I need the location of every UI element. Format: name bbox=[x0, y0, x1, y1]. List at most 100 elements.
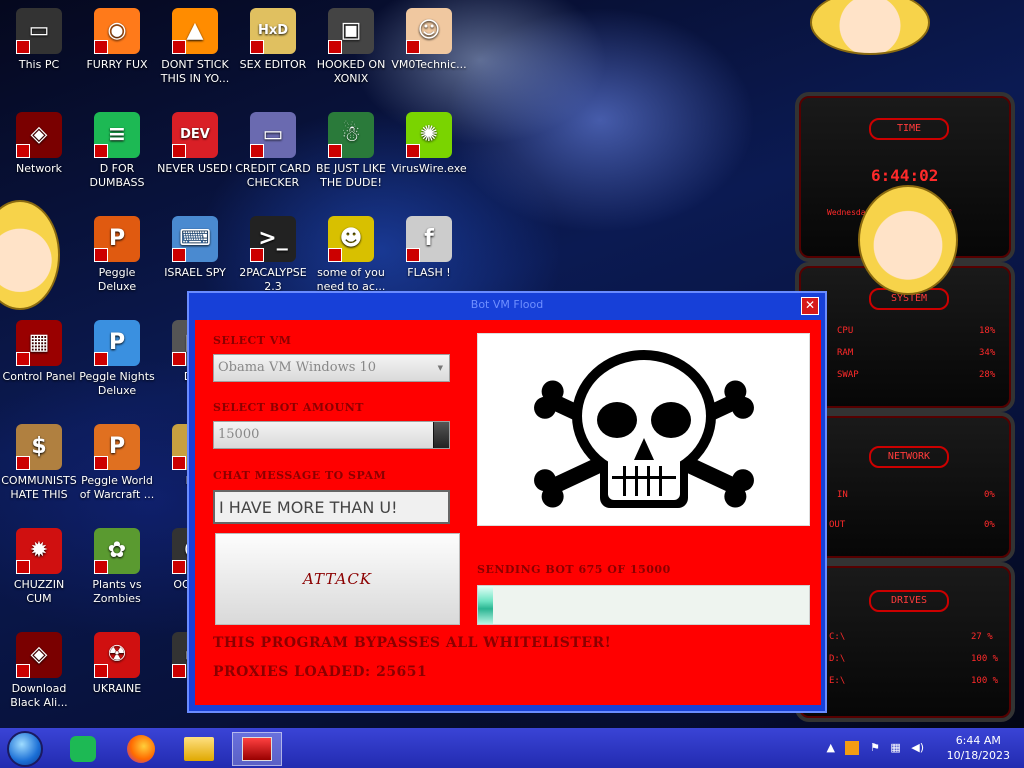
clock-date: 10/18/2023 bbox=[946, 749, 1010, 762]
network-icon[interactable]: ▦ bbox=[890, 741, 900, 754]
cpu-label: CPU bbox=[837, 326, 854, 336]
desktop-app-icon: P bbox=[94, 216, 140, 262]
desktop-app-icon: ◈ bbox=[16, 112, 62, 158]
desktop-app-icon: >_ bbox=[250, 216, 296, 262]
chevron-down-icon: ▼ bbox=[437, 364, 443, 372]
desktop-app-icon: ☺ bbox=[406, 8, 452, 54]
network-out-value: 0% bbox=[984, 520, 995, 530]
desktop-icon[interactable]: ◈ Download Black Ali... bbox=[0, 632, 78, 710]
desktop-icon[interactable]: ⌨ ISRAEL SPY bbox=[156, 216, 234, 280]
desktop-icon[interactable]: ☺ VM0Technic... bbox=[390, 8, 468, 72]
desktop-icon[interactable]: ☢ UKRAINE bbox=[78, 632, 156, 696]
desktop-icon[interactable]: ▭ CREDIT CARD CHECKER bbox=[234, 112, 312, 190]
desktop-icon[interactable]: HxD SEX EDITOR bbox=[234, 8, 312, 72]
desktop-icon[interactable]: P Peggle Deluxe bbox=[78, 216, 156, 294]
desktop-app-icon: ≡ bbox=[94, 112, 140, 158]
desktop-icon-label: some of you need to ac... bbox=[316, 266, 386, 293]
desktop-app-icon: ◈ bbox=[16, 632, 62, 678]
network-gadget: NETWORK IN 0% OUT 0% bbox=[795, 412, 1015, 562]
desktop-icon[interactable]: ◉ FURRY FUX bbox=[78, 8, 156, 72]
desktop-icon[interactable]: ▦ Control Panel bbox=[0, 320, 78, 384]
close-button[interactable]: ✕ bbox=[801, 297, 819, 315]
chat-message-input[interactable]: I HAVE MORE THAN U! bbox=[213, 490, 450, 524]
drive1-value: 27 % bbox=[971, 632, 993, 642]
desktop-icon[interactable]: ◈ Network bbox=[0, 112, 78, 176]
select-vm-label: SELECT VM bbox=[213, 334, 292, 347]
desktop-icon-label: Peggle Deluxe bbox=[97, 266, 137, 293]
desktop-icon-label: NEVER USED! bbox=[157, 162, 233, 175]
desktop-icon[interactable]: P Peggle Nights Deluxe bbox=[78, 320, 156, 398]
desktop-icon[interactable]: ▭ This PC bbox=[0, 8, 78, 72]
window-title: Bot VM Flood bbox=[470, 298, 544, 311]
desktop-app-icon: ✹ bbox=[16, 528, 62, 574]
desktop-icon[interactable]: ☻ some of you need to ac... bbox=[312, 216, 390, 294]
firefox-icon bbox=[127, 735, 155, 763]
chevron-up-icon[interactable]: ▲ bbox=[826, 741, 834, 754]
desktop-icon[interactable]: ✿ Plants vs Zombies bbox=[78, 528, 156, 606]
desktop-icon[interactable]: DEV NEVER USED! bbox=[156, 112, 234, 176]
desktop-icon-label: VirusWire.exe bbox=[391, 162, 467, 175]
desktop-icon[interactable]: ▲ DONT STICK THIS IN YO... bbox=[156, 8, 234, 86]
desktop-app-icon: ⌨ bbox=[172, 216, 218, 262]
start-button[interactable] bbox=[7, 731, 43, 767]
skull-crossbones-icon bbox=[534, 350, 754, 508]
taskbar-bot-flood-button[interactable] bbox=[232, 732, 282, 766]
desktop-icon-label: ISRAEL SPY bbox=[164, 266, 226, 279]
window-titlebar[interactable]: Bot VM Flood ✕ bbox=[189, 293, 825, 319]
desktop-app-icon: P bbox=[94, 320, 140, 366]
taskbar-explorer-button[interactable] bbox=[174, 732, 224, 766]
desktop-icon[interactable]: ≡ D FOR DUMBASS bbox=[78, 112, 156, 190]
desktop-icon-label: FLASH ! bbox=[407, 266, 451, 279]
clock-time: 6:44 AM bbox=[955, 734, 1001, 747]
progress-fill bbox=[478, 586, 493, 624]
desktop-icon-label: SEX EDITOR bbox=[239, 58, 307, 71]
desktop-icon[interactable]: ☃ BE JUST LIKE THE DUDE! bbox=[312, 112, 390, 190]
app-tray-icon[interactable] bbox=[845, 741, 860, 755]
proxies-loaded-text: PROXIES LOADED: 25651 bbox=[213, 664, 428, 680]
desktop-app-icon: ☢ bbox=[94, 632, 140, 678]
desktop-icon[interactable]: >_ 2PACALYPSE 2.3 bbox=[234, 216, 312, 294]
vm-select-value: Obama VM Windows 10 bbox=[218, 360, 377, 375]
desktop-icon-label: VM0Technic... bbox=[391, 58, 467, 71]
desktop-icon-label: CREDIT CARD CHECKER bbox=[235, 162, 311, 189]
stepper-arrows-icon[interactable] bbox=[433, 422, 449, 448]
attack-button[interactable]: ATTACK bbox=[215, 533, 460, 625]
taskbar-clock[interactable]: 6:44 AM 10/18/2023 bbox=[947, 733, 1010, 763]
desktop-icon-label: DONT STICK THIS IN YO... bbox=[160, 58, 230, 85]
desktop-app-icon: ▦ bbox=[16, 320, 62, 366]
swap-label: SWAP bbox=[837, 370, 859, 380]
desktop-icon-label: This PC bbox=[18, 58, 60, 71]
taskbar-firefox-button[interactable] bbox=[116, 732, 166, 766]
drive2-value: 100 % bbox=[971, 654, 999, 664]
desktop-icon[interactable]: ✹ CHUZZIN CUM bbox=[0, 528, 78, 606]
drive2-label: D:\ bbox=[829, 654, 846, 664]
desktop-icon[interactable]: f FLASH ! bbox=[390, 216, 468, 280]
desktop-app-icon: ▭ bbox=[16, 8, 62, 54]
desktop-icon-label: D FOR DUMBASS bbox=[89, 162, 145, 189]
desktop-icon[interactable]: ✺ VirusWire.exe bbox=[390, 112, 468, 176]
desktop-icon-label: COMMUNISTS HATE THIS G... bbox=[1, 474, 77, 501]
desktop-app-icon: ✺ bbox=[406, 112, 452, 158]
network-gadget-title: NETWORK bbox=[869, 446, 949, 468]
cartoon-head-top-right bbox=[810, 0, 930, 55]
desktop-app-icon: ✿ bbox=[94, 528, 140, 574]
desktop-icon[interactable]: ▣ HOOKED ON XONIX bbox=[312, 8, 390, 86]
volume-icon[interactable]: ◀) bbox=[911, 741, 924, 754]
skull-image bbox=[477, 333, 810, 526]
vm-select[interactable]: Obama VM Windows 10 ▼ bbox=[213, 354, 450, 382]
time-gadget-value: 6:44:02 bbox=[871, 166, 939, 185]
flag-icon[interactable]: ⚑ bbox=[870, 741, 880, 754]
drives-gadget-title: DRIVES bbox=[869, 590, 949, 612]
ram-label: RAM bbox=[837, 348, 854, 358]
bot-amount-value: 15000 bbox=[218, 427, 260, 442]
desktop-icon[interactable]: $ COMMUNISTS HATE THIS G... bbox=[0, 424, 78, 502]
taskbar-spotify-button[interactable] bbox=[58, 732, 108, 766]
desktop-icon-label: BE JUST LIKE THE DUDE! bbox=[315, 162, 387, 189]
desktop-icon[interactable]: P Peggle World of Warcraft ... bbox=[78, 424, 156, 502]
desktop-icon-label: HOOKED ON XONIX bbox=[316, 58, 386, 85]
network-out-label: OUT bbox=[829, 520, 846, 530]
desktop-app-icon: ◉ bbox=[94, 8, 140, 54]
swap-value: 28% bbox=[979, 370, 996, 380]
desktop-app-icon: ▲ bbox=[172, 8, 218, 54]
bot-amount-stepper[interactable]: 15000 bbox=[213, 421, 450, 449]
